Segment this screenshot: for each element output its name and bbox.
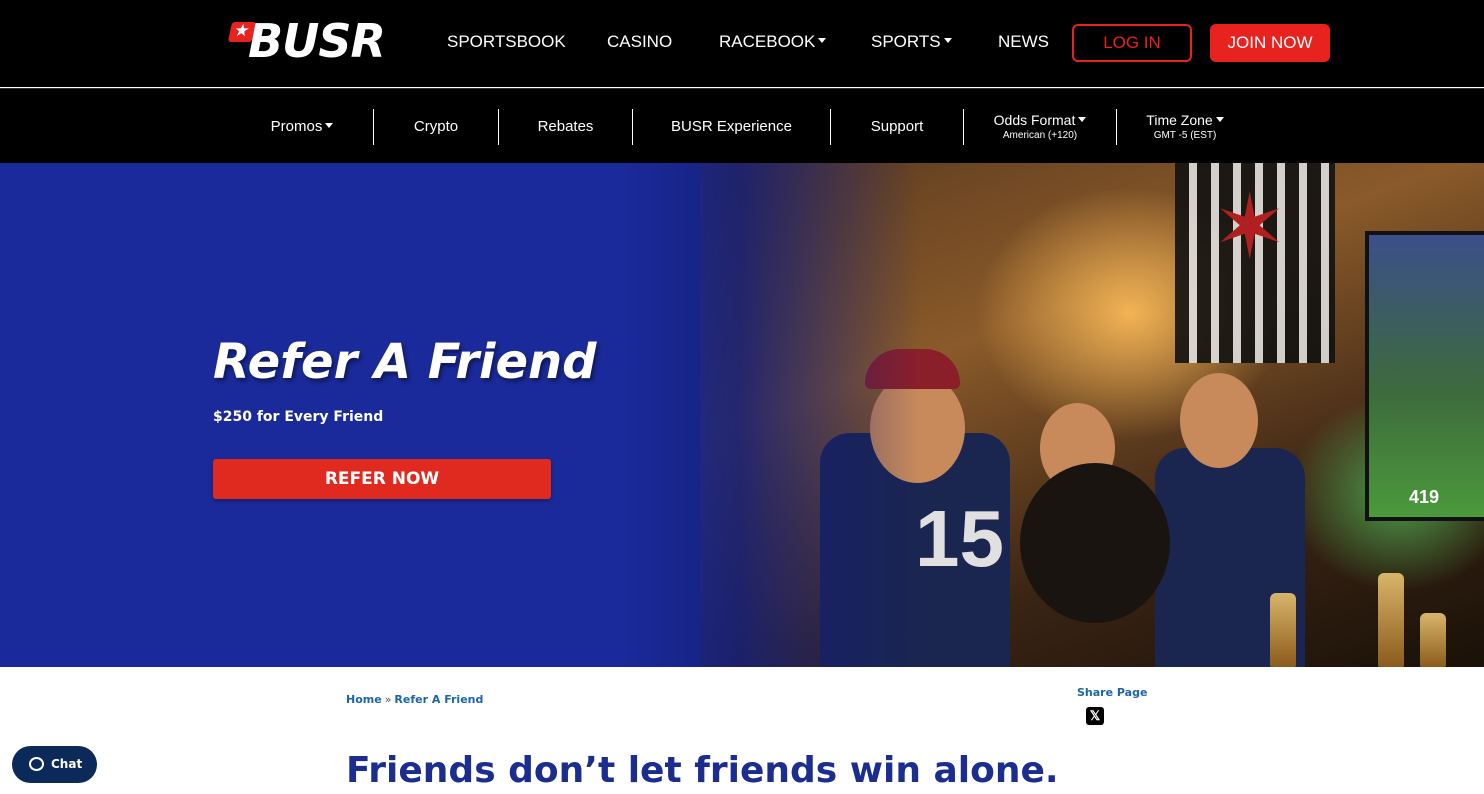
caret-down-icon: [1078, 116, 1087, 122]
odds-format-value: American (+120): [1002, 130, 1078, 141]
nav-sports[interactable]: SPORTS: [871, 31, 952, 53]
busr-logo[interactable]: ★ BUSR: [227, 14, 408, 68]
chat-label: Chat: [51, 757, 83, 771]
odds-format-dropdown[interactable]: Odds Format American (+120): [964, 89, 1116, 164]
tv-score: 419: [1409, 487, 1440, 507]
join-now-button[interactable]: JOIN NOW: [1210, 24, 1330, 62]
bottle: [1270, 593, 1296, 667]
tv-screen: 419: [1365, 231, 1484, 521]
hero-gradient-overlay: [0, 163, 1000, 667]
fan-head-back: [1020, 463, 1170, 623]
login-button[interactable]: LOG IN: [1072, 24, 1192, 62]
subnav-crypto[interactable]: Crypto: [374, 89, 498, 164]
breadcrumb-current[interactable]: Refer A Friend: [394, 693, 483, 706]
time-zone-label: Time Zone: [1146, 112, 1213, 128]
nav-casino[interactable]: CASINO: [607, 31, 672, 53]
caret-down-icon: [1215, 116, 1224, 122]
subnav-rebates-label: Rebates: [537, 118, 594, 135]
hero-subtitle: $250 for Every Friend: [213, 409, 384, 425]
nav-news[interactable]: NEWS: [998, 31, 1049, 53]
fan-face: [1180, 373, 1258, 468]
x-share-icon[interactable]: 𝕏: [1086, 707, 1104, 725]
top-header: ★ BUSR SPORTSBOOK CASINO RACEBOOK SPORTS…: [0, 0, 1484, 87]
odds-format-label: Odds Format: [993, 112, 1076, 128]
caret-down-icon: [325, 122, 334, 128]
subnav-rebates[interactable]: Rebates: [499, 89, 632, 164]
time-zone-dropdown[interactable]: Time Zone GMT -5 (EST): [1117, 89, 1253, 164]
logo-text: BUSR: [248, 14, 386, 68]
nav-racebook[interactable]: RACEBOOK: [719, 31, 827, 53]
subnav-promos[interactable]: Promos: [240, 89, 364, 164]
bottle: [1378, 573, 1404, 667]
nav-casino-label: CASINO: [607, 32, 673, 51]
subnav-support[interactable]: Support: [831, 89, 963, 164]
subnav-promos-label: Promos: [270, 118, 323, 135]
breadcrumb-separator: »: [384, 693, 392, 706]
time-zone-value: GMT -5 (EST): [1153, 130, 1217, 141]
nav-news-label: NEWS: [998, 32, 1049, 51]
refer-now-button[interactable]: REFER NOW: [213, 459, 551, 499]
nav-racebook-label: RACEBOOK: [719, 32, 816, 51]
caret-down-icon: [818, 38, 827, 44]
chat-button[interactable]: Chat: [12, 746, 97, 783]
secondary-nav: Promos Crypto Rebates BUSR Experience Su…: [0, 88, 1484, 163]
flag-star-icon: ✶: [1212, 178, 1288, 278]
hero-title: Refer A Friend: [213, 334, 597, 390]
page-headline: Friends don’t let friends win alone.: [346, 750, 1059, 791]
subnav-busr-experience[interactable]: BUSR Experience: [633, 89, 830, 164]
breadcrumb: Home» Refer A Friend: [346, 693, 483, 706]
nav-sportsbook[interactable]: SPORTSBOOK: [447, 31, 566, 53]
bottle: [1420, 613, 1446, 667]
subnav-support-label: Support: [870, 118, 924, 135]
subnav-busr-experience-label: BUSR Experience: [671, 118, 792, 135]
breadcrumb-home-link[interactable]: Home: [346, 693, 382, 706]
nav-sportsbook-label: SPORTSBOOK: [447, 32, 566, 51]
subnav-crypto-label: Crypto: [413, 118, 459, 135]
share-page-label: Share Page: [1077, 686, 1148, 699]
nav-sports-label: SPORTS: [871, 32, 941, 51]
caret-down-icon: [943, 38, 952, 44]
chat-bubble-icon: [29, 757, 44, 771]
